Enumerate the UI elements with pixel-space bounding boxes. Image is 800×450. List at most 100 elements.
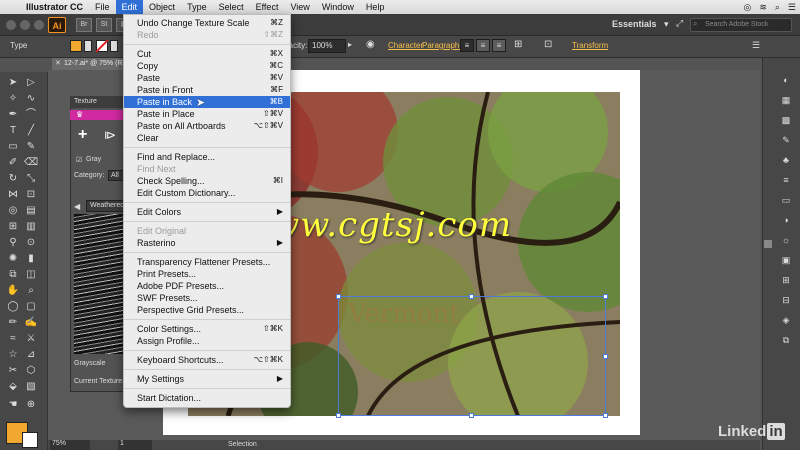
column-graph-icon[interactable]: ▮ bbox=[24, 252, 38, 266]
symbol-sprayer-icon[interactable]: ✺ bbox=[6, 252, 20, 266]
workspace-chevron-icon[interactable]: ▾ bbox=[664, 19, 669, 30]
shaper-tool-icon[interactable]: ✐ bbox=[6, 156, 20, 170]
selection-bounding-box[interactable] bbox=[338, 296, 606, 416]
menu-item-transparency-flattener-presets[interactable]: Transparency Flattener Presets... bbox=[124, 256, 290, 268]
share-icon[interactable]: ⤢ bbox=[676, 18, 683, 29]
opacity-field[interactable]: 100% bbox=[308, 39, 346, 53]
menu-item-cut[interactable]: Cut ⌘X bbox=[124, 48, 290, 60]
adobe-stock-search[interactable]: Search Adobe Stock bbox=[690, 18, 792, 32]
transform-grid-icon[interactable]: ⊡ bbox=[544, 39, 552, 50]
transform-link[interactable]: Transform bbox=[572, 41, 608, 50]
gray-checkbox-icon[interactable]: ☑ bbox=[76, 156, 82, 164]
line-tool-icon[interactable]: ╱ bbox=[24, 124, 38, 138]
menu-item-undo-change-texture-scale[interactable]: Undo Change Texture Scale ⌘Z bbox=[124, 17, 290, 29]
gradient-panel-icon[interactable]: ▭ bbox=[779, 194, 793, 206]
hand-pan-icon[interactable]: ☚ bbox=[6, 398, 20, 412]
artboard-tool-icon[interactable]: ⧉ bbox=[6, 268, 20, 282]
menu-item-check-spelling[interactable]: Check Spelling... ⌘I bbox=[124, 175, 290, 187]
paragraph-link[interactable]: Paragraph: bbox=[422, 41, 462, 50]
appearance-icon[interactable]: ☼ bbox=[779, 234, 793, 246]
align-objects-icon[interactable]: ⊞ bbox=[514, 39, 522, 50]
resize-handle[interactable] bbox=[603, 413, 608, 418]
menu-window[interactable]: Window bbox=[316, 0, 360, 14]
paintbrush-icon[interactable]: ✎ bbox=[24, 140, 38, 154]
control-bar-menu-icon[interactable]: ☰ bbox=[752, 40, 760, 51]
curvature-tool-icon[interactable]: ⌒ bbox=[24, 108, 38, 122]
workspace-switcher[interactable]: Essentials bbox=[612, 19, 657, 29]
menu-item-clear[interactable]: Clear bbox=[124, 132, 290, 144]
menu-type[interactable]: Type bbox=[181, 0, 213, 14]
measure-tool-icon[interactable]: ⊿ bbox=[24, 348, 38, 362]
scrollbar-thumb[interactable] bbox=[764, 240, 772, 248]
gradient-tool-icon[interactable]: ▥ bbox=[24, 220, 38, 234]
menu-item-keyboard-shortcuts[interactable]: Keyboard Shortcuts... ⌥⇧⌘K bbox=[124, 354, 290, 366]
menu-item-assign-profile[interactable]: Assign Profile... bbox=[124, 335, 290, 347]
texture-name[interactable]: Weathered bbox=[86, 200, 126, 212]
menu-help[interactable]: Help bbox=[360, 0, 391, 14]
knife-tool-icon[interactable]: ⚔ bbox=[24, 332, 38, 346]
menu-select[interactable]: Select bbox=[213, 0, 250, 14]
layers-icon[interactable]: ◈ bbox=[779, 314, 793, 326]
align-panel-icon[interactable]: ⊟ bbox=[779, 294, 793, 306]
menu-item-rasterino[interactable]: Rasterino ▶ bbox=[124, 237, 290, 249]
shape-builder-icon[interactable]: ◎ bbox=[6, 204, 20, 218]
star-tool-icon[interactable]: ☆ bbox=[6, 348, 20, 362]
menu-item-paste-in-front[interactable]: Paste in Front ⌘F bbox=[124, 84, 290, 96]
stroke-dropdown[interactable] bbox=[110, 40, 118, 52]
transform-panel-icon[interactable]: ⊞ bbox=[779, 274, 793, 286]
menu-item-paste-in-back[interactable]: Paste in Back ⌘B bbox=[124, 96, 290, 108]
hand-tool-icon[interactable]: ✋ bbox=[6, 284, 20, 298]
width-tool-icon[interactable]: ⋈ bbox=[6, 188, 20, 202]
free-transform-icon[interactable]: ⊡ bbox=[24, 188, 38, 202]
fill-swatch[interactable] bbox=[70, 40, 82, 52]
eraser-icon[interactable]: ⌫ bbox=[24, 156, 38, 170]
prev-texture-icon[interactable]: ◀ bbox=[74, 202, 80, 211]
window-close-icon[interactable] bbox=[6, 20, 16, 30]
align-left-icon[interactable]: ≡ bbox=[460, 39, 474, 52]
window-zoom-icon[interactable] bbox=[34, 20, 44, 30]
texture-panel-title[interactable]: Texture bbox=[70, 96, 126, 108]
resize-handle[interactable] bbox=[603, 354, 608, 359]
stroke-panel-icon[interactable]: ≡ bbox=[779, 174, 793, 186]
mesh-tool-icon[interactable]: ⊞ bbox=[6, 220, 20, 234]
stroke-color-swatch[interactable] bbox=[22, 432, 38, 448]
selection-tool-icon[interactable]: ➤ bbox=[6, 76, 20, 90]
menu-item-perspective-grid-presets[interactable]: Perspective Grid Presets... bbox=[124, 304, 290, 316]
window-minimize-icon[interactable] bbox=[20, 20, 30, 30]
artboards-panel-icon[interactable]: ⧉ bbox=[779, 334, 793, 346]
zoom-in-icon[interactable]: ⊕ bbox=[24, 398, 38, 412]
zoom-tool-icon[interactable]: ⌕ bbox=[24, 284, 38, 298]
resize-handle[interactable] bbox=[336, 294, 341, 299]
menu-edit[interactable]: Edit bbox=[115, 0, 144, 14]
menu-item-edit-custom-dictionary[interactable]: Edit Custom Dictionary... bbox=[124, 187, 290, 199]
fill-dropdown[interactable] bbox=[84, 40, 92, 52]
scissors-icon[interactable]: ✂ bbox=[6, 364, 20, 378]
menu-item-adobe-pdf-presets[interactable]: Adobe PDF Presets... bbox=[124, 280, 290, 292]
menu-object[interactable]: Object bbox=[143, 0, 181, 14]
blend-tool-icon[interactable]: ⊙ bbox=[24, 236, 38, 250]
slice-tool-icon[interactable]: ◫ bbox=[24, 268, 38, 282]
opacity-arrow-icon[interactable]: ▸ bbox=[348, 40, 352, 49]
close-tab-icon[interactable]: ✕ bbox=[55, 59, 61, 67]
rotate-tool-icon[interactable]: ↻ bbox=[6, 172, 20, 186]
align-center-icon[interactable]: ≡ bbox=[476, 39, 490, 52]
wifi-icon[interactable]: ≋ bbox=[759, 2, 767, 13]
add-texture-icon[interactable]: + bbox=[78, 126, 87, 144]
menu-item-swf-presets[interactable]: SWF Presets... bbox=[124, 292, 290, 304]
menu-item-find-and-replace[interactable]: Find and Replace... bbox=[124, 151, 290, 163]
resize-handle[interactable] bbox=[336, 413, 341, 418]
character-link[interactable]: Character bbox=[388, 41, 423, 50]
magic-wand-icon[interactable]: ✧ bbox=[6, 92, 20, 106]
rounded-rect-icon[interactable]: ▢ bbox=[24, 300, 38, 314]
menu-item-my-settings[interactable]: My Settings ▶ bbox=[124, 373, 290, 385]
symbols-icon[interactable]: ♣ bbox=[779, 154, 793, 166]
menu-item-paste-in-place[interactable]: Paste in Place ⇧⌘V bbox=[124, 108, 290, 120]
menu-item-print-presets[interactable]: Print Presets... bbox=[124, 268, 290, 280]
resize-handle[interactable] bbox=[469, 413, 474, 418]
menu-item-paste[interactable]: Paste ⌘V bbox=[124, 72, 290, 84]
lasso-icon[interactable]: ∿ bbox=[24, 92, 38, 106]
graphic-styles-icon[interactable]: ▣ bbox=[779, 254, 793, 266]
import-texture-icon[interactable]: ⧐ bbox=[104, 128, 116, 142]
artboard-number[interactable]: 1 bbox=[118, 440, 152, 450]
align-right-icon[interactable]: ≡ bbox=[492, 39, 506, 52]
